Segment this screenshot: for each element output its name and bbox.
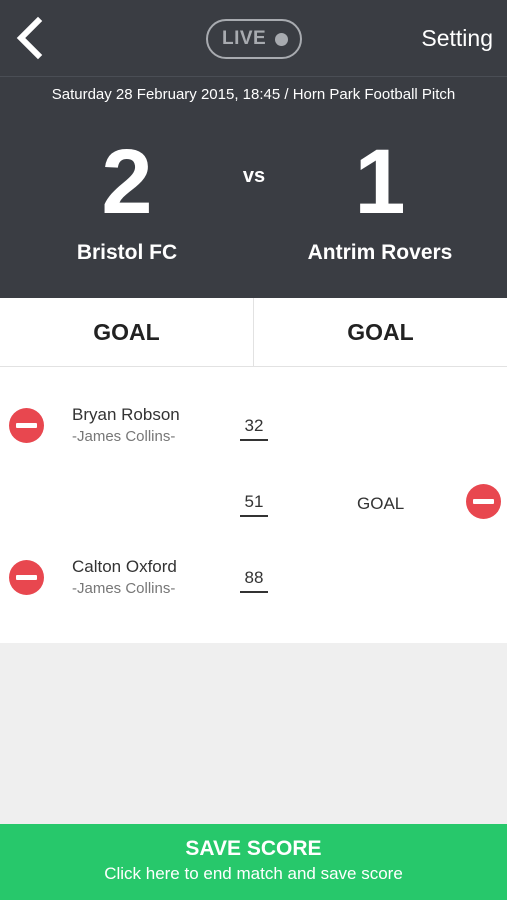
scorer-name: Bryan Robson (72, 405, 180, 424)
live-label: LIVE (222, 28, 267, 49)
home-score: 2 (101, 131, 153, 233)
home-goal-button[interactable]: GOAL (0, 298, 254, 366)
assist-name: -James Collins- (72, 428, 176, 445)
setting-button[interactable]: Setting (421, 25, 493, 52)
home-team-name: Bristol FC (76, 241, 178, 264)
live-indicator-dot (275, 33, 288, 46)
match-header: LIVE Setting Saturday 28 February 2015, … (0, 0, 507, 298)
remove-goal-icon[interactable] (466, 484, 501, 519)
goal-button-row: GOAL GOAL (0, 298, 507, 367)
goal-events-list: Bryan Robson -James Collins- 32 51 GOAL … (0, 367, 507, 643)
back-button[interactable] (12, 16, 48, 60)
live-toggle[interactable]: LIVE (206, 19, 302, 59)
vs-label: vs (242, 165, 266, 187)
save-score-button[interactable]: SAVE SCORE Click here to end match and s… (0, 824, 507, 900)
save-score-subtitle: Click here to end match and save score (104, 864, 403, 883)
goal-minute[interactable]: 51 (240, 492, 268, 517)
away-goal-label: GOAL (357, 494, 405, 513)
goal-minute[interactable]: 32 (240, 416, 268, 441)
chevron-left-icon (16, 16, 43, 60)
match-info: Saturday 28 February 2015, 18:45 / Horn … (51, 86, 456, 103)
away-score: 1 (354, 131, 406, 233)
save-score-title: SAVE SCORE (185, 837, 322, 860)
top-bar: LIVE Setting (0, 0, 507, 77)
scorer-name: Calton Oxford (72, 557, 177, 576)
away-goal-button[interactable]: GOAL (254, 298, 507, 366)
remove-goal-icon[interactable] (9, 408, 44, 443)
remove-goal-icon[interactable] (9, 560, 44, 595)
away-team-name: Antrim Rovers (307, 241, 453, 264)
goal-minute[interactable]: 88 (240, 568, 268, 593)
assist-name: -James Collins- (72, 580, 176, 597)
